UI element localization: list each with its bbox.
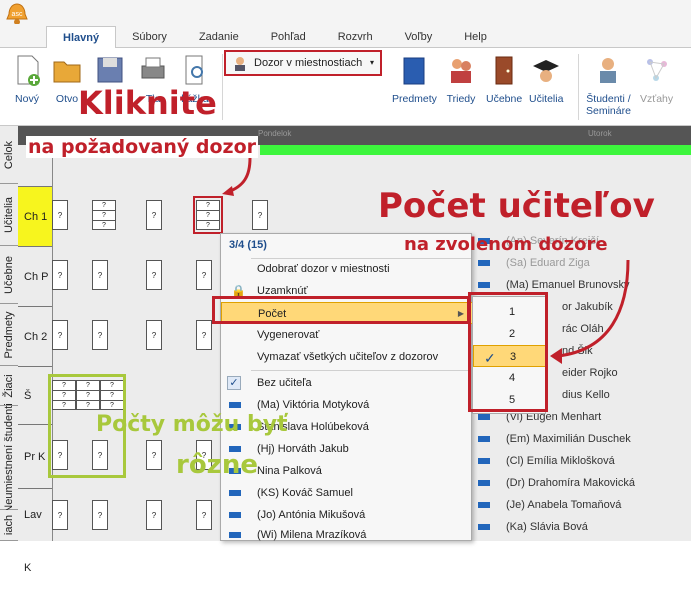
- list-item[interactable]: (Sa) Eduard Ziga: [472, 252, 691, 274]
- network-icon: [646, 59, 667, 81]
- class-icon: [451, 59, 471, 83]
- selected-cell-highlight: [193, 196, 223, 234]
- list-item[interactable]: (Ka) Slávia Bová: [472, 516, 691, 538]
- preview-icon: [185, 55, 203, 85]
- duty-cell[interactable]: ?: [196, 320, 212, 350]
- menu-remove-dozor[interactable]: Odobrať dozor v miestnosti: [221, 258, 473, 280]
- teacher-icon: [229, 402, 241, 408]
- teachers-button[interactable]: Učitelia: [529, 54, 563, 105]
- teacher-icon: [229, 512, 241, 518]
- duty-cell[interactable]: ?: [196, 260, 212, 290]
- row-label-lavk[interactable]: Lav K: [18, 488, 52, 574]
- tab-pohlad[interactable]: Pohľad: [255, 26, 322, 48]
- menu-clear-teachers[interactable]: Vymazať všetkých učiteľov z dozorov: [221, 346, 473, 368]
- ribbon-tabs: Hlavný Súbory Zadanie Pohľad Rozvrh Voľb…: [46, 26, 503, 48]
- door-icon: [495, 56, 513, 85]
- duty-cell[interactable]: ?: [146, 500, 162, 530]
- tab-help[interactable]: Help: [448, 26, 503, 48]
- dozor-icon: [235, 57, 245, 71]
- submenu-red-highlight: [468, 292, 548, 412]
- menu-teacher-item[interactable]: (KS) Kováč Samuel: [221, 482, 473, 504]
- rooms-button[interactable]: Učebne: [486, 54, 522, 105]
- teacher-icon: [229, 532, 241, 538]
- dozor-dropdown[interactable]: Dozor v miestnostiach ▾: [224, 50, 382, 76]
- row-label-chp[interactable]: Ch P: [18, 246, 52, 306]
- duty-cell[interactable]: ?: [146, 260, 162, 290]
- menu-teacher-item[interactable]: (Jo) Antónia Mikušová: [221, 504, 473, 526]
- graduation-cap-icon: [533, 60, 560, 82]
- vtab-ucitelia[interactable]: Učitelia: [0, 184, 18, 246]
- duty-cell[interactable]: ?: [52, 500, 68, 530]
- relations-button[interactable]: Vzťahy: [640, 54, 673, 105]
- duty-cell[interactable]: ?: [52, 320, 68, 350]
- checkmark-icon: ✓: [227, 376, 241, 390]
- vtab-ziaci[interactable]: Žiaci: [0, 366, 18, 406]
- menu-no-teacher[interactable]: ✓ Bez učiteľa: [221, 372, 473, 394]
- list-item[interactable]: (Em) Maximilián Duschek: [472, 428, 691, 450]
- vertical-tabs: Celok Učitelia Učebne Predmety Žiaci Neu…: [0, 126, 18, 541]
- menu-generate[interactable]: Vygenerovať: [221, 324, 473, 346]
- vtab-celok[interactable]: Celok: [0, 126, 18, 184]
- list-item[interactable]: (Je) Anabela Tomaňová: [472, 494, 691, 516]
- row-label-s[interactable]: Š: [18, 366, 52, 424]
- pocet-red-highlight: [212, 296, 470, 324]
- tab-rozvrh[interactable]: Rozvrh: [322, 26, 389, 48]
- folder-icon: [53, 61, 81, 83]
- app-logo-icon[interactable]: asc: [4, 2, 30, 26]
- duty-cell[interactable]: ?: [92, 260, 108, 290]
- save-icon: [97, 57, 123, 83]
- duty-cell[interactable]: ?: [146, 200, 162, 230]
- classes-button[interactable]: Triedy: [446, 54, 476, 105]
- subjects-button[interactable]: Predmety: [392, 54, 437, 105]
- annotation-diff-sub: rôzne: [176, 450, 258, 480]
- duty-cell[interactable]: ?: [196, 500, 212, 530]
- duty-cell[interactable]: ?: [52, 200, 68, 230]
- duty-cell[interactable]: ?: [92, 500, 108, 530]
- vtab-ziach[interactable]: iach: [0, 510, 18, 541]
- student-icon: [600, 58, 617, 83]
- tab-hlavny[interactable]: Hlavný: [46, 26, 117, 48]
- duty-cell[interactable]: ?: [146, 440, 162, 470]
- teacher-icon: [229, 490, 241, 496]
- tab-volby[interactable]: Voľby: [389, 26, 449, 48]
- period-header: [260, 145, 691, 155]
- chevron-down-icon: ▾: [369, 58, 374, 67]
- svg-text:asc: asc: [12, 11, 23, 18]
- row-label-ch1[interactable]: Ch 1: [18, 186, 52, 246]
- tab-subory[interactable]: Súbory: [116, 26, 183, 48]
- annotation-click-sub: na požadovaný dozor: [26, 136, 259, 158]
- book-icon: [403, 57, 425, 85]
- row-label-prk[interactable]: Pr K: [18, 424, 52, 488]
- vtab-neumiestneni[interactable]: Neumiestnení študenti: [0, 403, 18, 512]
- new-file-icon: [17, 55, 40, 86]
- list-item[interactable]: (Cl) Emília Miklošková: [472, 450, 691, 472]
- row-label-ch2[interactable]: Ch 2: [18, 306, 52, 366]
- menu-teacher-item[interactable]: (Wi) Milena Mrazíková: [221, 524, 473, 546]
- annotation-count-sub: na zvolenom dozore: [404, 234, 608, 255]
- menu-teacher-item[interactable]: Nina Palková: [221, 460, 473, 482]
- printer-icon: [141, 57, 165, 79]
- title-bar: asc: [0, 0, 691, 26]
- vtab-predmety[interactable]: Predmety: [0, 304, 18, 366]
- vtab-ucebne[interactable]: Učebne: [0, 246, 18, 304]
- context-menu: 3/4 (15) Odobrať dozor v miestnosti 🔒 Uz…: [220, 233, 473, 541]
- new-button[interactable]: Nový: [12, 54, 42, 105]
- annotation-click: Kliknite: [78, 84, 217, 122]
- duty-cell[interactable]: ?: [252, 200, 268, 230]
- menu-teacher-item[interactable]: (Hj) Horváth Jakub: [221, 438, 473, 460]
- annotation-diff: Počty môžu byť: [96, 412, 288, 437]
- duty-cell[interactable]: ?: [52, 260, 68, 290]
- duty-cell[interactable]: ?: [146, 320, 162, 350]
- tab-zadanie[interactable]: Zadanie: [183, 26, 255, 48]
- students-button[interactable]: Študenti / Semináre: [586, 54, 631, 117]
- annotation-count: Počet učiteľov: [378, 186, 655, 226]
- duty-cell[interactable]: ?: [92, 320, 108, 350]
- list-item[interactable]: (Dr) Drahomíra Makovická: [472, 472, 691, 494]
- duty-cell[interactable]: ???: [92, 200, 116, 230]
